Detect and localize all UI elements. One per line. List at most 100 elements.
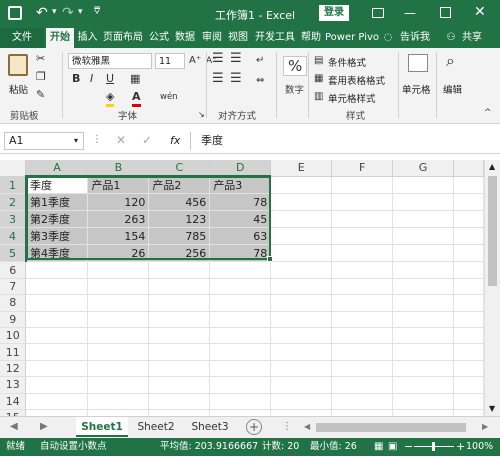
align-middle-icon[interactable]: ☰ bbox=[230, 52, 242, 66]
collapse-ribbon-icon[interactable]: ^ bbox=[484, 106, 492, 120]
row-header-1[interactable]: 1 bbox=[0, 176, 27, 195]
cell-f12[interactable] bbox=[331, 360, 394, 378]
cell-f9[interactable] bbox=[331, 311, 394, 328]
cell-e1[interactable] bbox=[270, 176, 333, 195]
cell-b6[interactable] bbox=[87, 261, 150, 279]
paste-button-label[interactable]: 粘贴 bbox=[9, 82, 28, 96]
cell-g2[interactable] bbox=[392, 193, 454, 212]
cell-e5[interactable] bbox=[270, 244, 333, 263]
cell-a12[interactable] bbox=[25, 360, 89, 378]
cell-overflow7[interactable] bbox=[453, 278, 484, 296]
row-header-11[interactable]: 11 bbox=[0, 343, 27, 361]
cells-icon[interactable] bbox=[408, 54, 428, 72]
sheet-tab-1[interactable]: Sheet1 bbox=[76, 417, 128, 437]
cell-c6[interactable] bbox=[148, 261, 211, 279]
close-icon[interactable]: ✕ bbox=[474, 4, 486, 20]
wrap-text-icon[interactable]: ↵ bbox=[256, 54, 264, 68]
name-box-dropdown-icon[interactable]: ▾ bbox=[74, 136, 78, 145]
align-center-icon[interactable]: ☰ bbox=[230, 72, 242, 86]
cell-overflow14[interactable] bbox=[453, 393, 484, 410]
select-all-corner[interactable] bbox=[0, 160, 27, 177]
cell-b10[interactable] bbox=[87, 327, 150, 345]
cell-e11[interactable] bbox=[270, 343, 333, 361]
cell-overflow4[interactable] bbox=[453, 227, 484, 246]
more-options-icon[interactable]: ⋮ bbox=[282, 421, 292, 432]
cell-f10[interactable] bbox=[331, 327, 394, 345]
column-header-e[interactable]: E bbox=[270, 160, 333, 177]
cell-f7[interactable] bbox=[331, 278, 394, 296]
insert-function-button[interactable]: fx bbox=[170, 134, 180, 147]
align-top-icon[interactable]: ☰ bbox=[212, 52, 224, 66]
cell-g6[interactable] bbox=[392, 261, 454, 279]
row-header-9[interactable]: 9 bbox=[0, 311, 27, 328]
italic-button[interactable]: I bbox=[90, 72, 93, 86]
column-header-b[interactable]: B bbox=[87, 160, 150, 178]
cell-e6[interactable] bbox=[270, 261, 333, 279]
hscroll-left-icon[interactable]: ◀ bbox=[304, 422, 310, 431]
fill-color-icon[interactable]: ◈ bbox=[106, 90, 115, 107]
merge-cells-icon[interactable]: ⇔ bbox=[256, 74, 264, 88]
copy-icon[interactable]: ❐ bbox=[36, 70, 46, 84]
cell-d13[interactable] bbox=[209, 376, 272, 394]
cell-c9[interactable] bbox=[148, 311, 211, 328]
cell-e3[interactable] bbox=[270, 210, 333, 229]
horizontal-scrollbar[interactable] bbox=[316, 423, 466, 432]
increase-font-icon[interactable]: A⁺ bbox=[189, 54, 201, 68]
cell-c8[interactable] bbox=[148, 294, 211, 312]
cell-b8[interactable] bbox=[87, 294, 150, 312]
customize-toolbar-icon[interactable]: ⩢ bbox=[94, 6, 100, 17]
cell-a6[interactable] bbox=[25, 261, 89, 279]
cell-d7[interactable] bbox=[209, 278, 272, 296]
font-color-button[interactable]: A bbox=[132, 90, 141, 107]
cell-d12[interactable] bbox=[209, 360, 272, 378]
cell-b12[interactable] bbox=[87, 360, 150, 378]
cell-overflow13[interactable] bbox=[453, 376, 484, 394]
tab-data[interactable]: 数据 bbox=[173, 28, 197, 48]
font-size-select[interactable]: 11 bbox=[155, 53, 185, 69]
maximize-icon[interactable] bbox=[440, 7, 451, 18]
cell-g11[interactable] bbox=[392, 343, 454, 361]
formula-input[interactable]: 季度 bbox=[190, 132, 490, 150]
cell-f1[interactable] bbox=[331, 176, 394, 195]
column-header-f[interactable]: F bbox=[331, 160, 394, 177]
cell-e15[interactable] bbox=[270, 409, 333, 416]
tab-view[interactable]: 视图 bbox=[226, 28, 250, 48]
cell-a8[interactable] bbox=[25, 294, 89, 312]
column-header-c[interactable]: C bbox=[148, 160, 211, 178]
cell-e10[interactable] bbox=[270, 327, 333, 345]
row-header-13[interactable]: 13 bbox=[0, 376, 27, 394]
cells-button[interactable]: 单元格 bbox=[402, 82, 431, 96]
cell-a9[interactable] bbox=[25, 311, 89, 328]
cell-g3[interactable] bbox=[392, 210, 454, 229]
cell-c12[interactable] bbox=[148, 360, 211, 378]
cell-e4[interactable] bbox=[270, 227, 333, 246]
row-header-7[interactable]: 7 bbox=[0, 278, 27, 296]
conditional-format-icon[interactable]: ▤ bbox=[314, 54, 323, 68]
page-layout-view-icon[interactable]: ▣ bbox=[388, 438, 397, 456]
cell-overflow1[interactable] bbox=[453, 176, 484, 195]
prev-sheet-icon[interactable]: ◀ bbox=[10, 421, 18, 432]
font-name-select[interactable]: 微软雅黑 bbox=[68, 53, 152, 69]
cell-styles-icon[interactable]: ▥ bbox=[314, 90, 323, 104]
cell-g4[interactable] bbox=[392, 227, 454, 246]
search-icon[interactable]: ⌕ bbox=[446, 53, 455, 69]
cell-d14[interactable] bbox=[209, 393, 272, 410]
save-icon[interactable] bbox=[8, 6, 22, 20]
tab-developer[interactable]: 开发工具 bbox=[253, 28, 297, 48]
cell-g5[interactable] bbox=[392, 244, 454, 263]
cell-f3[interactable] bbox=[331, 210, 394, 229]
cell-d11[interactable] bbox=[209, 343, 272, 361]
column-header-g[interactable]: G bbox=[392, 160, 454, 177]
share-icon[interactable]: ⚇ bbox=[445, 28, 457, 48]
cell-c13[interactable] bbox=[148, 376, 211, 394]
cell-c7[interactable] bbox=[148, 278, 211, 296]
cell-d9[interactable] bbox=[209, 311, 272, 328]
add-sheet-icon[interactable]: + bbox=[246, 419, 262, 435]
editing-button[interactable]: 编辑 bbox=[443, 82, 462, 96]
vertical-scrollbar[interactable]: ▲ ▼ bbox=[484, 160, 500, 416]
cell-g14[interactable] bbox=[392, 393, 454, 410]
row-header-4[interactable]: 4 bbox=[0, 227, 27, 246]
cell-c11[interactable] bbox=[148, 343, 211, 361]
cell-g15[interactable] bbox=[392, 409, 454, 416]
name-box[interactable]: A1 bbox=[4, 132, 84, 150]
